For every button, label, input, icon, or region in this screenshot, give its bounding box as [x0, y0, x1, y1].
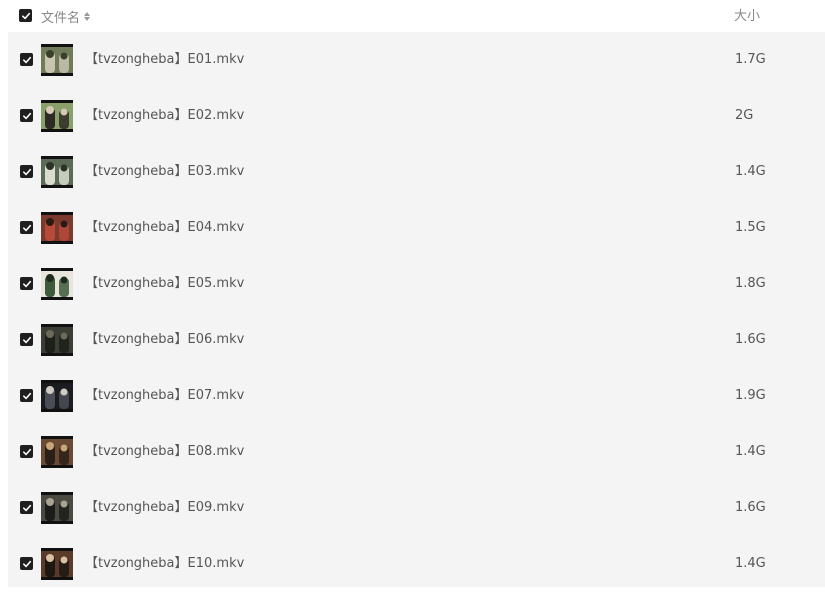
file-name[interactable]: 【tvzongheba】E08.mkv	[85, 424, 244, 480]
file-checkbox[interactable]	[20, 445, 33, 458]
file-size: 1.8G	[735, 276, 766, 291]
file-checkbox[interactable]	[20, 277, 33, 290]
video-frame-image	[41, 212, 73, 244]
file-size: 1.4G	[735, 164, 766, 179]
file-name[interactable]: 【tvzongheba】E10.mkv	[85, 536, 244, 592]
file-name[interactable]: 【tvzongheba】E09.mkv	[85, 480, 244, 536]
video-frame-image	[41, 100, 73, 132]
checkmark-icon	[21, 12, 30, 19]
video-thumbnail[interactable]	[41, 100, 73, 132]
column-header-filename-label: 文件名	[41, 10, 81, 26]
file-row[interactable]: 【tvzongheba】E09.mkv 1.6G	[8, 480, 825, 536]
file-size: 1.6G	[735, 332, 766, 347]
file-row[interactable]: 【tvzongheba】E02.mkv 2G	[8, 88, 825, 144]
video-frame-image	[41, 44, 73, 76]
video-frame-image	[41, 436, 73, 468]
video-thumbnail[interactable]	[41, 324, 73, 356]
file-checkbox[interactable]	[20, 389, 33, 402]
video-thumbnail[interactable]	[41, 268, 73, 300]
file-row[interactable]: 【tvzongheba】E10.mkv 1.4G	[8, 536, 825, 592]
video-thumbnail[interactable]	[41, 44, 73, 76]
video-thumbnail[interactable]	[41, 156, 73, 188]
checkmark-icon	[22, 112, 31, 119]
file-row[interactable]: 【tvzongheba】E08.mkv 1.4G	[8, 424, 825, 480]
video-thumbnail[interactable]	[41, 548, 73, 580]
file-row[interactable]: 【tvzongheba】E05.mkv 1.8G	[8, 256, 825, 312]
sort-icon[interactable]	[84, 10, 92, 22]
file-size: 1.4G	[735, 444, 766, 459]
video-frame-image	[41, 380, 73, 412]
file-name[interactable]: 【tvzongheba】E02.mkv	[85, 88, 244, 144]
checkmark-icon	[22, 504, 31, 511]
file-checkbox[interactable]	[20, 53, 33, 66]
file-list-header: 文件名 大小	[0, 0, 825, 32]
file-checkbox[interactable]	[20, 109, 33, 122]
file-size: 1.5G	[735, 220, 766, 235]
file-name[interactable]: 【tvzongheba】E06.mkv	[85, 312, 244, 368]
video-thumbnail[interactable]	[41, 436, 73, 468]
select-all-checkbox[interactable]	[19, 9, 32, 22]
checkmark-icon	[22, 448, 31, 455]
file-row[interactable]: 【tvzongheba】E07.mkv 1.9G	[8, 368, 825, 424]
file-checkbox[interactable]	[20, 165, 33, 178]
column-header-filename[interactable]: 文件名	[41, 7, 92, 26]
checkmark-icon	[22, 392, 31, 399]
file-size: 2G	[735, 108, 754, 123]
file-name[interactable]: 【tvzongheba】E04.mkv	[85, 200, 244, 256]
file-size: 1.9G	[735, 388, 766, 403]
file-row[interactable]: 【tvzongheba】E01.mkv 1.7G	[8, 32, 825, 88]
video-frame-image	[41, 548, 73, 580]
video-thumbnail[interactable]	[41, 212, 73, 244]
file-name[interactable]: 【tvzongheba】E05.mkv	[85, 256, 244, 312]
checkmark-icon	[22, 560, 31, 567]
file-size: 1.6G	[735, 500, 766, 515]
video-frame-image	[41, 156, 73, 188]
file-size: 1.4G	[735, 556, 766, 571]
checkmark-icon	[22, 224, 31, 231]
checkmark-icon	[22, 280, 31, 287]
file-checkbox[interactable]	[20, 501, 33, 514]
file-row[interactable]: 【tvzongheba】E06.mkv 1.6G	[8, 312, 825, 368]
file-checkbox[interactable]	[20, 333, 33, 346]
column-header-size[interactable]: 大小	[734, 8, 760, 26]
file-name[interactable]: 【tvzongheba】E01.mkv	[85, 32, 244, 88]
checkmark-icon	[22, 56, 31, 63]
file-name[interactable]: 【tvzongheba】E03.mkv	[85, 144, 244, 200]
file-row[interactable]: 【tvzongheba】E03.mkv 1.4G	[8, 144, 825, 200]
file-checkbox[interactable]	[20, 221, 33, 234]
video-frame-image	[41, 324, 73, 356]
checkmark-icon	[22, 168, 31, 175]
file-size: 1.7G	[735, 52, 766, 67]
file-checkbox[interactable]	[20, 557, 33, 570]
file-row[interactable]: 【tvzongheba】E04.mkv 1.5G	[8, 200, 825, 256]
file-list: 【tvzongheba】E01.mkv 1.7G 【tvzongheba】E02.m…	[8, 32, 825, 587]
file-name[interactable]: 【tvzongheba】E07.mkv	[85, 368, 244, 424]
video-frame-image	[41, 492, 73, 524]
checkmark-icon	[22, 336, 31, 343]
video-frame-image	[41, 268, 73, 300]
video-thumbnail[interactable]	[41, 492, 73, 524]
video-thumbnail[interactable]	[41, 380, 73, 412]
